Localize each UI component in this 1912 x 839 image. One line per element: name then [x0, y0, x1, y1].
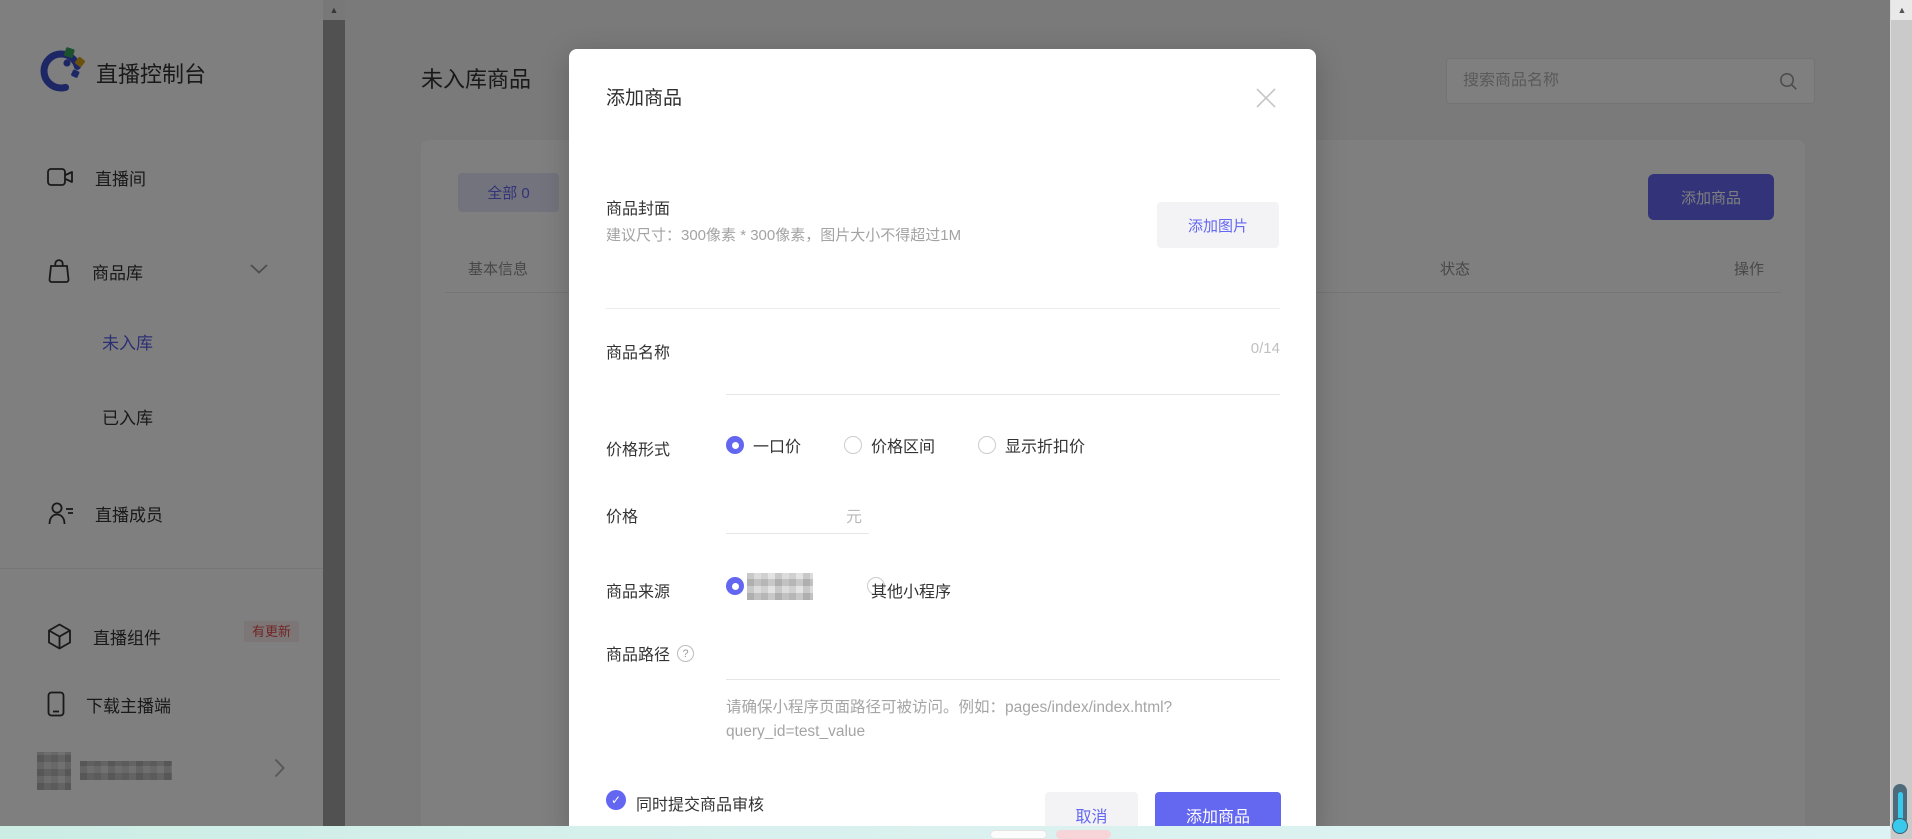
question-icon[interactable]: ? — [677, 644, 695, 662]
name-char-counter: 0/14 — [1250, 340, 1280, 357]
section-divider — [606, 308, 1280, 309]
cover-label: 商品封面 — [606, 201, 671, 218]
strip-white-box — [990, 830, 1047, 839]
radio-icon[interactable] — [978, 436, 997, 454]
name-label: 商品名称 — [606, 345, 671, 362]
price-type-option-range[interactable]: 价格区间 — [844, 433, 935, 457]
add-product-modal: 添加商品 商品封面 建议尺寸：300像素 * 300像素，图片大小不得超过1M … — [569, 49, 1316, 839]
audit-checkbox[interactable]: ✓ — [606, 790, 626, 810]
price-underline — [726, 533, 869, 534]
price-type-option-fixed[interactable]: 一口价 — [726, 433, 801, 457]
close-icon[interactable] — [1253, 85, 1281, 113]
audit-checkbox-label[interactable]: 同时提交商品审核 — [636, 791, 764, 815]
radio-icon[interactable] — [844, 436, 863, 454]
cover-hint: 建议尺寸：300像素 * 300像素，图片大小不得超过1M — [606, 227, 962, 244]
path-helper-text: 请确保小程序页面路径可被访问。例如：pages/index/index.html… — [726, 699, 1173, 740]
path-label-row: 商品路径 ? — [606, 641, 695, 665]
strip-pink-box — [1056, 830, 1111, 839]
radio-selected-icon[interactable] — [726, 436, 744, 454]
price-type-options: 一口价 价格区间 显示折扣价 — [726, 433, 1128, 457]
source-option-selected-radio[interactable] — [726, 577, 744, 595]
bottom-window-edge — [0, 826, 1912, 839]
source-label: 商品来源 — [606, 584, 671, 601]
source-option-other-label[interactable]: 其他小程序 — [871, 578, 951, 602]
browser-scrollbar-up-arrow[interactable]: ▲ — [1891, 0, 1912, 20]
cursor-icon — [1892, 784, 1909, 836]
price-input[interactable] — [726, 495, 834, 525]
product-name-input[interactable] — [726, 329, 1206, 365]
price-type-label: 价格形式 — [606, 442, 671, 459]
name-underline — [726, 394, 1280, 395]
modal-title: 添加商品 — [606, 88, 683, 109]
price-type-option-discount[interactable]: 显示折扣价 — [978, 433, 1085, 457]
path-underline — [726, 679, 1280, 680]
add-image-button[interactable]: 添加图片 — [1157, 202, 1279, 248]
app-root: 直播控制台 直播间 商品库 未入库 — [0, 0, 1912, 839]
path-label: 商品路径 — [606, 647, 671, 664]
browser-scrollbar[interactable]: ▲ — [1890, 0, 1912, 839]
path-input[interactable] — [726, 647, 1266, 677]
source-option-blurred-label — [747, 573, 813, 600]
price-unit: 元 — [846, 509, 863, 526]
price-label: 价格 — [606, 509, 639, 526]
